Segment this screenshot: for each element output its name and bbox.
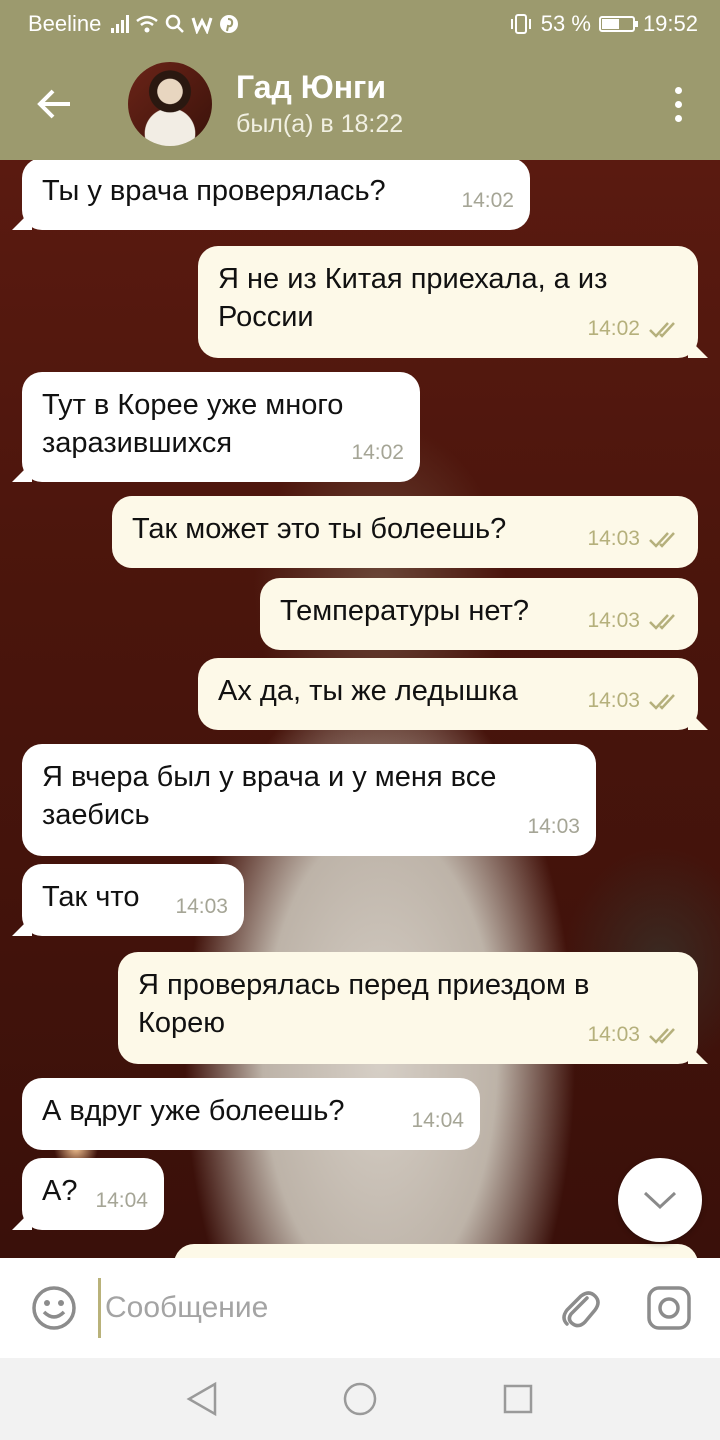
search-icon: [166, 14, 185, 33]
message-time: 14:03: [175, 895, 228, 918]
double-check-icon: [649, 322, 675, 338]
contact-info[interactable]: Гад Юнги был(а) в 18:22: [236, 67, 403, 141]
double-check-icon: [649, 532, 675, 548]
triangle-back-icon: [186, 1381, 217, 1417]
avatar[interactable]: [128, 62, 212, 146]
camera-icon: [647, 1286, 691, 1330]
chevron-down-icon: [643, 1191, 677, 1210]
message-time: 14:03: [587, 1023, 640, 1046]
double-check-icon: [649, 614, 675, 630]
double-check-icon: [649, 694, 675, 710]
attach-button[interactable]: [549, 1278, 609, 1338]
dot-icon: [674, 86, 682, 94]
contact-name: Гад Юнги: [236, 69, 387, 105]
message-outgoing[interactable]: Температуры нет? 14:03: [260, 578, 698, 650]
message-incoming[interactable]: А? 14:04: [22, 1158, 164, 1230]
status-icons: [111, 14, 239, 34]
more-options-button[interactable]: [666, 68, 690, 140]
message-input[interactable]: [103, 1290, 507, 1326]
message-time: 14:04: [95, 1189, 148, 1212]
camera-button[interactable]: [639, 1278, 699, 1338]
message-text: А вдруг уже болеешь?: [42, 1095, 345, 1127]
battery-icon: [598, 16, 638, 32]
nav-back-button[interactable]: [178, 1375, 226, 1423]
dot-icon: [674, 114, 682, 122]
smiley-icon: [32, 1286, 76, 1330]
message-text: Я вчера был у врача и у меня все заебись: [42, 761, 497, 831]
clock: 19:52: [642, 11, 698, 36]
message-incoming[interactable]: Ты у врача проверялась? 14:02: [22, 160, 530, 230]
message-time: 14:02: [587, 317, 640, 340]
message-input-wrapper: [98, 1278, 523, 1338]
message-text: Температуры нет?: [280, 595, 530, 627]
message-text: Ты у врача проверялась?: [42, 175, 386, 207]
pinterest-icon: [220, 15, 239, 33]
message-time: 14:03: [587, 527, 640, 550]
back-button[interactable]: [18, 68, 90, 140]
message-text: Так может это ты болеешь?: [132, 513, 507, 545]
message-time: 14:03: [527, 815, 580, 838]
chat-header: Гад Юнги был(а) в 18:22: [0, 48, 720, 160]
message-outgoing[interactable]: Я не из Китая приехала, а из России 14:0…: [198, 246, 698, 358]
message-outgoing[interactable]: Ах да, ты же ледышка 14:03: [198, 658, 698, 730]
battery-percent: 53 %: [540, 11, 591, 36]
message-time: 14:03: [587, 689, 640, 712]
message-outgoing[interactable]: Я проверялась перед приездом в Корею 14:…: [118, 952, 698, 1064]
double-check-icon: [649, 1028, 675, 1044]
message-text: Так что: [42, 881, 140, 913]
carrier-label: Beeline: [28, 11, 102, 36]
system-nav-bar: [0, 1358, 720, 1440]
dot-icon: [674, 100, 682, 108]
message-text: Я не из Китая приехала, а из России: [218, 263, 608, 333]
message-outgoing-partial[interactable]: [174, 1244, 698, 1258]
message-time: 14:04: [411, 1109, 464, 1132]
status-bar: Beeline 53 % 19:52: [0, 0, 720, 48]
wifi-icon: [136, 15, 159, 33]
message-time: 14:02: [461, 189, 514, 212]
message-time: 14:03: [587, 609, 640, 632]
message-outgoing[interactable]: Так может это ты болеешь? 14:03: [112, 496, 698, 568]
message-incoming[interactable]: Я вчера был у врача и у меня все заебись…: [22, 744, 596, 856]
signal-icon: [111, 15, 130, 33]
last-seen-status: был(а) в 18:22: [236, 110, 404, 138]
nav-recents-button[interactable]: [494, 1375, 542, 1423]
message-incoming[interactable]: А вдруг уже болеешь? 14:04: [22, 1078, 480, 1150]
scroll-to-bottom-button[interactable]: [618, 1158, 702, 1242]
vibrate-icon: [510, 14, 531, 34]
message-incoming[interactable]: Так что 14:03: [22, 864, 244, 936]
message-text: Тут в Корее уже много заразившихся: [42, 389, 344, 459]
message-text: Я проверялась перед приездом в Корею: [138, 969, 590, 1039]
paperclip-icon: [562, 1291, 600, 1328]
arrow-left-icon: [37, 89, 70, 119]
emoji-button[interactable]: [24, 1278, 84, 1338]
chat-area[interactable]: Ты у врача проверялась? 14:02 Я не из Ки…: [0, 160, 720, 1258]
message-composer: [0, 1258, 720, 1358]
nav-home-button[interactable]: [336, 1375, 384, 1423]
message-time: 14:02: [351, 441, 404, 464]
message-text: Ах да, ты же ледышка: [218, 675, 518, 707]
square-recents-icon: [503, 1384, 533, 1414]
circle-home-icon: [343, 1382, 377, 1416]
message-incoming[interactable]: Тут в Корее уже много заразившихся 14:02: [22, 372, 420, 482]
app-w-icon: [191, 17, 213, 34]
message-text: А?: [42, 1175, 78, 1207]
